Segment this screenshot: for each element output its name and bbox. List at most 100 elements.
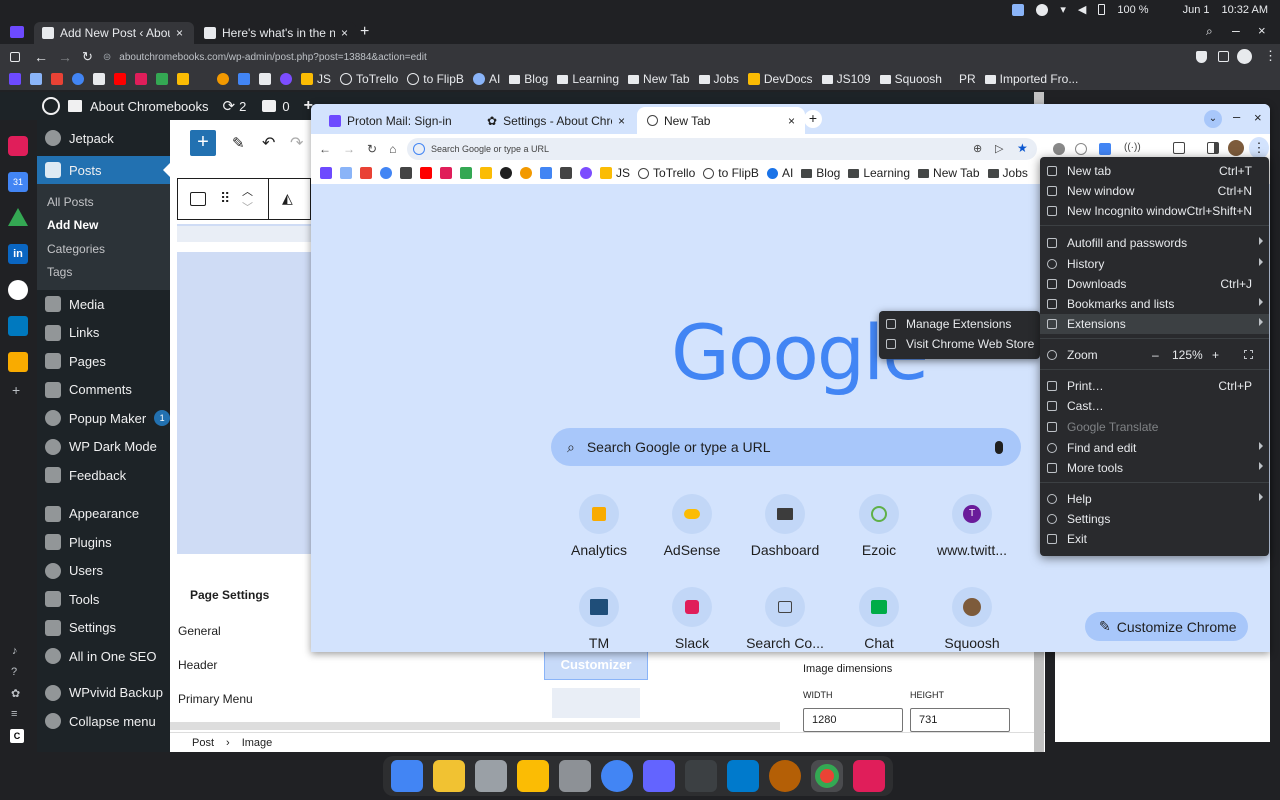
send-icon[interactable]: ▷ (995, 142, 1003, 155)
submenu-add-new[interactable]: Add New (37, 213, 170, 237)
youtube-icon[interactable] (114, 73, 126, 85)
proton-bookmark-icon[interactable] (320, 167, 332, 179)
selected-image-block[interactable] (177, 224, 311, 554)
comments-count[interactable]: 0 (282, 99, 289, 114)
close-icon[interactable]: × (341, 26, 348, 40)
close-icon[interactable]: × (176, 26, 183, 40)
menu-settings[interactable]: Settings (37, 614, 170, 643)
trello-icon[interactable] (8, 316, 28, 336)
bookmark-icon[interactable] (340, 167, 352, 179)
bookmark-folder-jobs[interactable]: Jobs (698, 72, 739, 86)
menu-find-and-edit[interactable]: Find and edit (1040, 438, 1269, 458)
side-panel-icon[interactable] (1207, 142, 1219, 154)
bookmark-ai[interactable]: AI (766, 166, 793, 180)
menu-collapse[interactable]: Collapse menu (37, 707, 170, 736)
menu-wp-dark-mode[interactable]: WP Dark Mode (37, 433, 170, 462)
menu-cast[interactable]: Cast… (1040, 396, 1269, 416)
bookmark-icon[interactable] (480, 167, 492, 179)
menu-exit[interactable]: Exit (1040, 529, 1269, 549)
extension-icon[interactable] (1075, 143, 1087, 155)
shortcut-analytics[interactable]: Analytics (559, 494, 639, 558)
bookmark-folder-squoosh[interactable]: Squoosh (879, 72, 942, 86)
settings-gear-icon[interactable]: ✿ (11, 687, 20, 700)
shortcut-dashboard[interactable]: Dashboard (745, 494, 825, 558)
menu-links[interactable]: Links (37, 319, 170, 348)
add-block-button[interactable]: + (190, 130, 216, 156)
menu-new-incognito[interactable]: New Incognito window Ctrl+Shift+N (1040, 201, 1269, 221)
bookmark-folder-new-tab[interactable]: New Tab (628, 72, 690, 86)
wifi-icon[interactable]: ▾ (1060, 3, 1066, 16)
profile-avatar[interactable] (1237, 49, 1252, 64)
menu-bookmarks[interactable]: Bookmarks and lists (1040, 294, 1269, 314)
squoosh-app-icon[interactable] (769, 760, 801, 792)
bookmark-folder-new-tab[interactable]: New Tab (918, 166, 980, 180)
bookmark-icon[interactable] (460, 167, 472, 179)
shortcut-slack[interactable]: Slack (652, 587, 732, 651)
bookmark-folder-js109[interactable]: JS109 (821, 72, 871, 86)
bookmark-folder-jobs[interactable]: Jobs (987, 166, 1028, 180)
tab-search-chevron-icon[interactable]: ⌄ (1204, 110, 1222, 128)
zoom-out-button[interactable]: – (1152, 348, 1159, 362)
bookmark-icon[interactable] (360, 167, 372, 179)
add-app-icon[interactable]: + (12, 382, 20, 398)
bookmark-ai[interactable]: AI (472, 72, 500, 86)
submenu-categories[interactable]: Categories (37, 237, 170, 261)
comment-icon[interactable] (262, 100, 277, 112)
bookmark-icon[interactable] (400, 167, 412, 179)
star-icon[interactable]: ★ (1017, 141, 1028, 155)
settings-primary-menu[interactable]: Primary Menu (170, 672, 311, 706)
inner-omnibox[interactable]: Search Google or type a URL ⊕ ▷ ★ (407, 138, 1037, 160)
chrome-status-icon[interactable] (1036, 3, 1049, 16)
app-grid-icon[interactable] (517, 760, 549, 792)
new-tab-plus-icon[interactable]: + (804, 110, 822, 128)
close-window-icon[interactable]: × (1254, 110, 1262, 125)
menu-media[interactable]: Media (37, 290, 170, 319)
menu-more-tools[interactable]: More tools (1040, 458, 1269, 478)
shortcut-search-console[interactable]: Search Co... (745, 587, 825, 651)
shortcut-chat[interactable]: Chat (839, 587, 919, 651)
manage-extensions[interactable]: Manage Extensions (879, 314, 1040, 334)
bookmark-icon[interactable] (51, 73, 63, 85)
site-name[interactable]: About Chromebooks (90, 99, 209, 114)
bookmark-devdocs[interactable]: DevDocs (747, 72, 813, 86)
redo-icon[interactable]: ↷ (290, 133, 303, 153)
vscode-icon[interactable] (727, 760, 759, 792)
terminal-icon[interactable] (685, 760, 717, 792)
bookmark-icon[interactable] (177, 73, 189, 85)
breadcrumb-post[interactable]: Post (192, 737, 214, 749)
extension-icon[interactable]: ((·)) (1124, 142, 1141, 153)
more-icon[interactable]: ⋮ (1264, 48, 1277, 64)
breadcrumb-image[interactable]: Image (242, 737, 273, 749)
linkedin-icon[interactable]: in (8, 244, 28, 264)
bookmark-folder-learning[interactable]: Learning (557, 72, 619, 86)
extension-icon[interactable] (1053, 143, 1065, 155)
ntp-search-box[interactable]: ⌕ Search Google or type a URL (551, 428, 1021, 466)
menu-all-in-one-seo[interactable]: All in One SEO (37, 642, 170, 671)
bookmark-totrello[interactable]: ToTrello (638, 166, 695, 180)
reload-icon[interactable]: ↻ (367, 142, 377, 156)
bookmark-js[interactable]: JS (301, 72, 331, 86)
menu-extensions[interactable]: Extensions (1040, 314, 1269, 334)
youtube-icon[interactable] (420, 167, 432, 179)
bookmark-pr[interactable]: PR (959, 72, 976, 86)
visit-web-store[interactable]: Visit Chrome Web Store (879, 334, 1040, 354)
back-icon[interactable]: ← (34, 49, 48, 65)
bookmark-folder-blog[interactable]: Blog (509, 72, 548, 86)
date[interactable]: Jun 1 (1183, 4, 1210, 16)
forward-icon[interactable]: → (343, 142, 355, 156)
proton-mail-icon[interactable] (10, 26, 24, 38)
bookmark-icon[interactable] (93, 73, 105, 85)
github-icon[interactable] (8, 280, 28, 300)
zoom-icon[interactable]: ⊕ (973, 142, 982, 155)
help-icon[interactable]: ? (11, 666, 17, 678)
menu-posts[interactable]: Posts (37, 156, 170, 184)
fullscreen-icon[interactable] (1244, 350, 1253, 359)
align-icon[interactable]: ◭ (282, 190, 293, 207)
height-input[interactable]: 731 (910, 708, 1010, 732)
puzzle-extensions-icon[interactable] (1173, 142, 1185, 154)
menu-comments[interactable]: Comments (37, 376, 170, 405)
drive-icon[interactable] (8, 208, 28, 226)
screen-icon[interactable] (1012, 3, 1025, 16)
chrome-app-icon[interactable] (811, 760, 843, 792)
slack-app-icon[interactable] (853, 760, 885, 792)
